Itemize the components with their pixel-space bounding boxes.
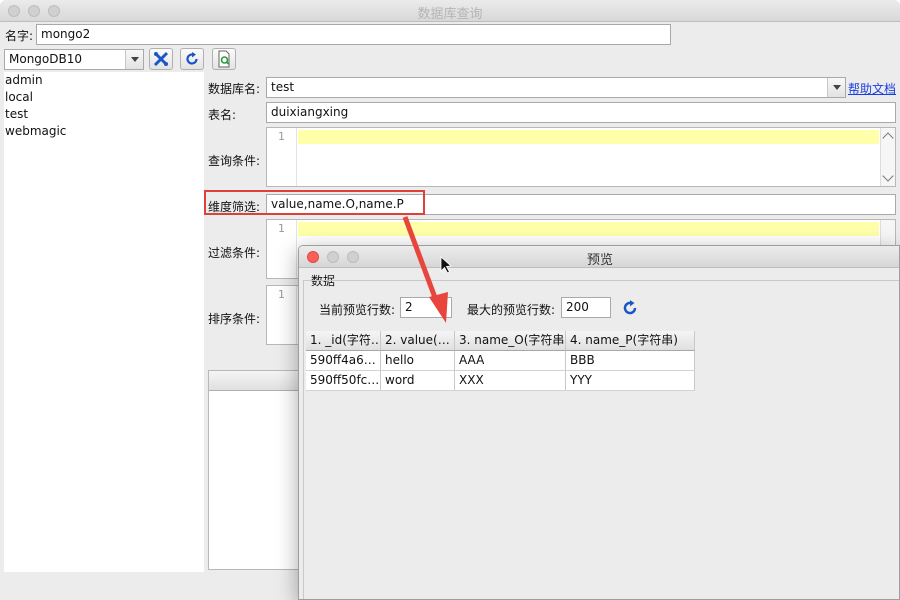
main-window: 数据库查询 名字: mongo2 MongoDB10 admin local t… xyxy=(0,0,900,600)
annotation-arrow xyxy=(402,216,440,304)
mouse-cursor-icon xyxy=(440,256,452,274)
annotation-arrow-head xyxy=(429,292,448,323)
annotation-overlay xyxy=(402,216,452,323)
